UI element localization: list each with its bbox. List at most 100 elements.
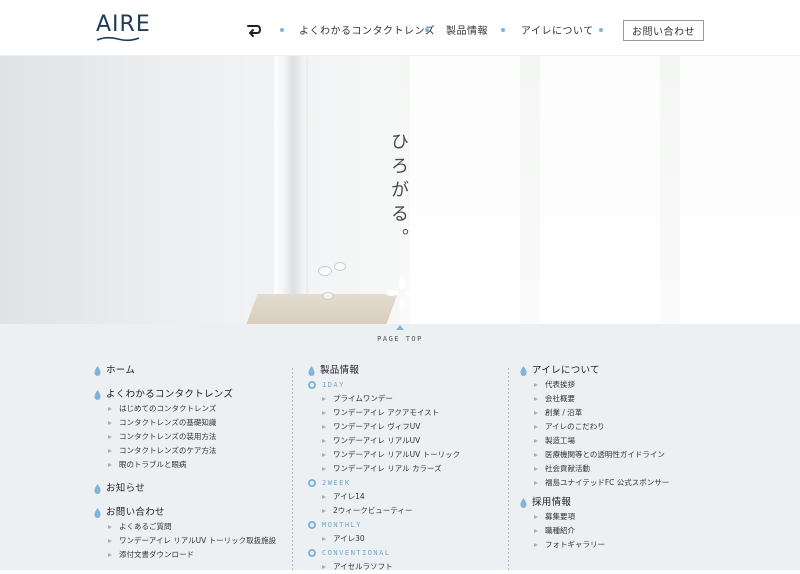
footer-sublink[interactable]: 医療機関等との透明性ガイドライン <box>520 448 669 462</box>
footer-sublink[interactable]: 職種紹介 <box>520 524 669 538</box>
triangle-right-icon <box>534 439 538 443</box>
footer-sublink[interactable]: 添付文書ダウンロード <box>94 548 276 562</box>
triangle-right-icon <box>108 449 112 453</box>
nav-item-about[interactable]: アイレについて <box>521 22 594 37</box>
footer-sublink[interactable]: 会社概要 <box>520 392 669 406</box>
footer-sublink[interactable]: フォトギャラリー <box>520 538 669 552</box>
sublink-label: ワンデーアイレ アクアモイスト <box>333 408 440 417</box>
footer-sublink[interactable]: 眼のトラブルと眼病 <box>94 458 276 472</box>
category-conventional[interactable]: CONVENTIONAL <box>308 546 460 560</box>
footer-sublink[interactable]: ワンデーアイレ リアルUV トーリック <box>308 448 460 462</box>
category-label: 2WEEK <box>322 479 351 487</box>
sublink-label: コンタクトレンズの基礎知識 <box>119 418 217 427</box>
hero-copy: ひろがる。 <box>388 132 409 252</box>
footer-link-label: ホーム <box>106 365 136 376</box>
sublink-label: 募集要項 <box>545 512 575 521</box>
drop-icon <box>520 366 527 376</box>
circle-icon <box>308 549 316 557</box>
footer-sublink[interactable]: 創業 / 沿革 <box>520 406 669 420</box>
footer-sublink[interactable]: ワンデーアイレ リアルUV トーリック取扱施設 <box>94 534 276 548</box>
triangle-right-icon <box>322 467 326 471</box>
category-1day[interactable]: 1DAY <box>308 378 460 392</box>
footer-col-3: アイレについて 代表挨拶 会社概要 創業 / 沿革 アイレのこだわり 製造工場 … <box>520 364 669 552</box>
sublink-label: アイレ30 <box>333 534 365 543</box>
footer-sublink[interactable]: アイレ30 <box>308 532 460 546</box>
footer-section-lens[interactable]: よくわかるコンタクトレンズ <box>94 388 276 402</box>
site-footer: PAGE TOP ホーム よくわかるコンタクトレンズ はじめてのコンタクトレンズ… <box>0 324 800 571</box>
sublink-label: 福島ユナイテッドFC 公式スポンサー <box>545 478 670 487</box>
triangle-right-icon <box>534 453 538 457</box>
footer-link-home[interactable]: ホーム <box>94 364 276 378</box>
sublink-label: ワンデーアイレ リアルUV トーリック <box>333 450 461 459</box>
category-2week[interactable]: 2WEEK <box>308 476 460 490</box>
footer-section-recruit[interactable]: 採用情報 <box>520 496 669 510</box>
footer-sublink[interactable]: アイセルラソフト <box>308 560 460 574</box>
category-label: 1DAY <box>322 381 345 389</box>
sublink-label: 代表挨拶 <box>545 380 575 389</box>
glass-icon <box>322 292 334 300</box>
footer-sublink[interactable]: はじめてのコンタクトレンズ <box>94 402 276 416</box>
triangle-right-icon <box>322 439 326 443</box>
sublink-label: よくあるご質問 <box>119 522 172 531</box>
circle-icon <box>308 479 316 487</box>
footer-sublink[interactable]: コンタクトレンズの基礎知識 <box>94 416 276 430</box>
footer-sublink[interactable]: 2ウィークビューティー <box>308 504 460 518</box>
sublink-label: フォトギャラリー <box>545 540 605 549</box>
footer-link-news[interactable]: お知らせ <box>94 482 276 496</box>
hero-wall <box>0 56 280 324</box>
footer-section-contact[interactable]: お問い合わせ <box>94 506 276 520</box>
footer-sublink[interactable]: アイレのこだわり <box>520 420 669 434</box>
nav-dot-icon <box>280 28 284 32</box>
triangle-right-icon <box>534 543 538 547</box>
sublink-label: はじめてのコンタクトレンズ <box>119 404 217 413</box>
footer-section-products[interactable]: 製品情報 <box>308 364 460 378</box>
footer-sublink[interactable]: コンタクトレンズのケア方法 <box>94 444 276 458</box>
triangle-right-icon <box>322 509 326 513</box>
sublink-label: ワンデーアイレ リアルUV <box>333 436 421 445</box>
footer-sublink[interactable]: プライムワンデー <box>308 392 460 406</box>
footer-sublink[interactable]: ワンデーアイレ ヴィフUV <box>308 420 460 434</box>
nav-item-products[interactable]: 製品情報 <box>446 22 488 37</box>
footer-sublink[interactable]: ワンデーアイレ リアル カラーズ <box>308 462 460 476</box>
triangle-right-icon <box>108 525 112 529</box>
footer-sublink[interactable]: よくあるご質問 <box>94 520 276 534</box>
footer-sublink[interactable]: アイレ14 <box>308 490 460 504</box>
footer-section-about[interactable]: アイレについて <box>520 364 669 378</box>
footer-sublink[interactable]: 社会貢献活動 <box>520 462 669 476</box>
footer-sublink[interactable]: 福島ユナイテッドFC 公式スポンサー <box>520 476 669 490</box>
return-arrow-icon[interactable] <box>244 20 264 40</box>
chevron-up-icon <box>396 325 404 330</box>
drop-icon <box>308 366 315 376</box>
sublink-label: ワンデーアイレ リアル カラーズ <box>333 464 442 473</box>
category-monthly[interactable]: MONTHLY <box>308 518 460 532</box>
footer-sublink[interactable]: ワンデーアイレ アクアモイスト <box>308 406 460 420</box>
circle-icon <box>308 521 316 529</box>
sublink-label: 2ウィークビューティー <box>333 506 413 515</box>
triangle-right-icon <box>322 411 326 415</box>
footer-section-label: 採用情報 <box>532 497 572 508</box>
sublink-label: アイレのこだわり <box>545 422 605 431</box>
page-top-button[interactable]: PAGE TOP <box>360 324 440 346</box>
sublink-label: 添付文書ダウンロード <box>119 550 194 559</box>
footer-section-label: 製品情報 <box>320 365 360 376</box>
footer-sublink[interactable]: コンタクトレンズの装用方法 <box>94 430 276 444</box>
footer-sublink[interactable]: 製造工場 <box>520 434 669 448</box>
triangle-right-icon <box>322 453 326 457</box>
sublink-label: ワンデーアイレ リアルUV トーリック取扱施設 <box>119 536 277 545</box>
page-top-label: PAGE TOP <box>377 335 423 343</box>
footer-col-1: ホーム よくわかるコンタクトレンズ はじめてのコンタクトレンズ コンタクトレンズ… <box>94 364 276 562</box>
nav-item-lens-guide[interactable]: よくわかるコンタクトレンズ <box>299 22 435 37</box>
triangle-right-icon <box>534 425 538 429</box>
circle-icon <box>308 381 316 389</box>
triangle-right-icon <box>534 397 538 401</box>
footer-sublink[interactable]: 募集要項 <box>520 510 669 524</box>
footer-sublink[interactable]: ワンデーアイレ リアルUV <box>308 434 460 448</box>
triangle-right-icon <box>108 421 112 425</box>
contact-button[interactable]: お問い合わせ <box>623 20 704 41</box>
triangle-right-icon <box>534 467 538 471</box>
glass-icon <box>334 262 346 271</box>
triangle-right-icon <box>322 565 326 569</box>
footer-sublink[interactable]: 代表挨拶 <box>520 378 669 392</box>
triangle-right-icon <box>108 553 112 557</box>
triangle-right-icon <box>108 435 112 439</box>
